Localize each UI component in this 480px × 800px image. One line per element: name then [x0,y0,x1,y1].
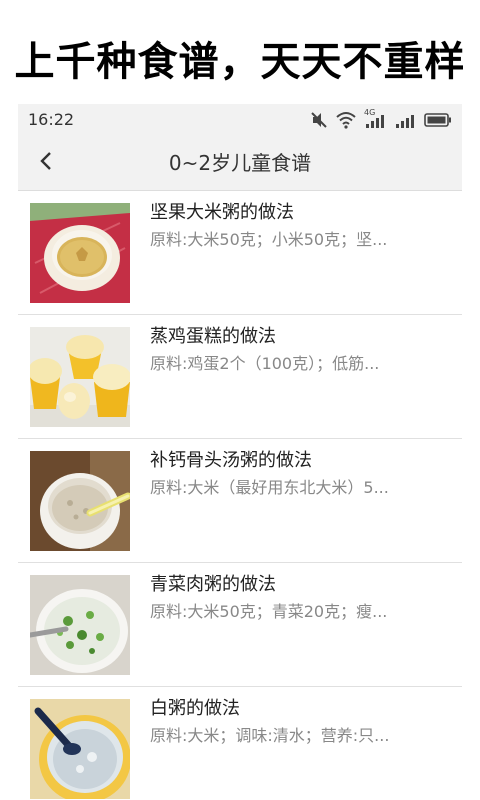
recipe-thumbnail [30,575,130,675]
chevron-left-icon [39,151,53,175]
recipe-thumbnail [30,203,130,303]
list-item[interactable]: 白粥的做法 原料:大米；调味:清水；营养:只... [18,687,462,800]
wifi-icon [336,111,356,129]
recipe-desc: 原料:大米50克；青菜20克；瘦... [150,602,388,621]
list-item[interactable]: 青菜肉粥的做法 原料:大米50克；青菜20克；瘦... [18,563,462,687]
recipe-thumbnail [30,699,130,799]
recipe-title: 青菜肉粥的做法 [150,574,276,595]
recipe-thumbnail [30,327,130,427]
status-time: 16:22 [28,110,75,129]
recipe-title: 补钙骨头汤粥的做法 [150,450,312,471]
recipe-desc: 原料:大米50克；小米50克；坚... [150,230,388,249]
recipe-thumbnail [30,451,130,551]
list-item[interactable]: 坚果大米粥的做法 原料:大米50克；小米50克；坚... [18,191,462,315]
back-button[interactable] [26,144,66,182]
battery-icon [424,112,452,128]
recipe-list: 坚果大米粥的做法 原料:大米50克；小米50克；坚... 蒸鸡蛋糕的做法 原料:… [18,191,462,800]
list-item[interactable]: 蒸鸡蛋糕的做法 原料:鸡蛋2个（100克）；低筋... [18,315,462,439]
nav-bar: 0~2岁儿童食谱 [18,136,462,191]
recipe-title: 白粥的做法 [150,698,240,719]
mute-icon [310,111,328,129]
recipe-desc: 原料:大米；调味:清水；营养:只... [150,726,390,745]
status-bar: 16:22 4G [18,104,462,136]
signal-4g-icon: 4G [364,108,386,129]
promo-title: 上千种食谱，天天不重样 [14,39,466,85]
list-item[interactable]: 补钙骨头汤粥的做法 原料:大米（最好用东北大米）5... [18,439,462,563]
promo-banner: 上千种食谱，天天不重样 [0,0,480,104]
status-icons: 4G [310,108,452,129]
phone-screen: 16:22 4G 0~2岁儿童食谱 坚果大米粥的做法 原料:大米50克；小米50… [18,104,462,800]
signal-icon [394,111,416,129]
recipe-desc: 原料:鸡蛋2个（100克）；低筋... [150,354,380,373]
page-title: 0~2岁儿童食谱 [168,151,312,175]
recipe-desc: 原料:大米（最好用东北大米）5... [150,478,389,497]
recipe-title: 蒸鸡蛋糕的做法 [150,326,276,347]
recipe-title: 坚果大米粥的做法 [150,202,294,223]
